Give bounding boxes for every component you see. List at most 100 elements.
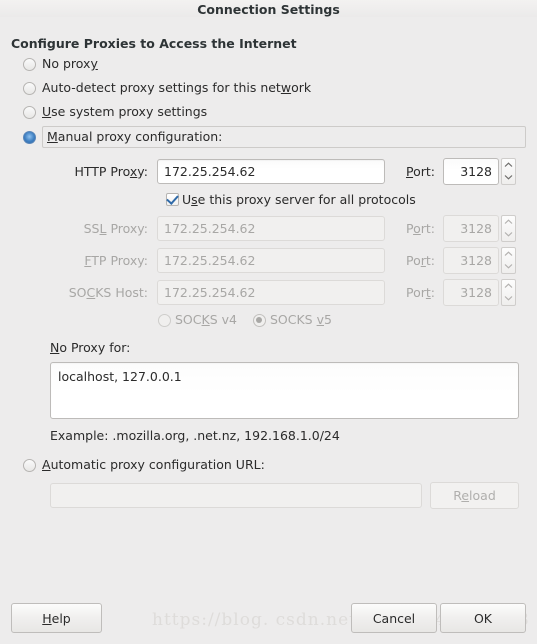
proxy-fields: HTTP Proxy: 172.25.254.62 Port: 3128 Use… [11,155,526,332]
radio-row-socks-v4[interactable]: SOCKS v4 [158,312,237,328]
ok-button[interactable]: OK [440,603,526,633]
label-part: SOC [175,312,202,327]
radio-label-auto-detect: Auto-detect proxy settings for this netw… [42,80,311,96]
label-part: SOCKS [269,312,317,327]
label-part: S v4 [209,312,237,327]
textarea-no-proxy-for[interactable]: localhost, 127.0.0.1 [50,362,519,419]
label-part: KS Host: [95,284,148,300]
label-mnemonic: y [90,56,98,71]
radio-use-system-icon[interactable] [23,105,36,119]
checkbox-label-all-protocols: Use this proxy server for all protocols [182,192,416,208]
spinner-ftp-port[interactable]: 3128 [443,246,516,274]
input-http-port-value: 3128 [460,163,492,179]
label-part: Po [405,252,421,268]
radio-row-auto-detect[interactable]: Auto-detect proxy settings for this netw… [11,76,526,100]
spinner-buttons[interactable] [501,246,516,274]
spinner-down-icon[interactable] [502,171,515,184]
input-ssl-proxy[interactable]: 172.25.254.62 [157,215,385,241]
label-part: se system proxy settings [51,104,208,119]
dialog-title: Connection Settings [197,2,340,17]
input-socks-port-value: 3128 [460,284,492,300]
label-socks-port: Port: [385,285,443,300]
reload-button-label: Reload [453,488,496,503]
reload-button[interactable]: Reload [430,482,519,509]
checkbox-row-all-protocols[interactable]: Use this proxy server for all protocols [11,187,526,212]
input-http-port[interactable]: 3128 [443,157,499,185]
radio-row-use-system[interactable]: Use system proxy settings [11,100,526,124]
spinner-socks-port[interactable]: 3128 [443,278,516,306]
radio-row-pac-url[interactable]: Automatic proxy configuration URL: [11,453,526,477]
label-mnemonic: w [280,80,292,95]
label-part: elp [51,610,71,626]
spinner-up-icon[interactable] [502,248,515,261]
radio-label-manual: Manual proxy configuration: [47,129,222,145]
spinner-http-port[interactable]: 3128 [443,157,516,185]
label-socks-host: SOCKS Host: [11,285,157,300]
input-http-proxy[interactable]: 172.25.254.62 [157,158,385,184]
spinner-buttons[interactable] [501,157,516,185]
checkbox-all-protocols-icon[interactable] [166,193,179,206]
label-part: y: [137,163,148,179]
radio-row-manual[interactable]: Manual proxy configuration: [11,124,526,150]
label-part: TP Proxy: [91,252,148,268]
input-ssl-port-value: 3128 [460,220,492,236]
label-part: o Proxy for: [59,340,131,355]
radio-pac-url-icon[interactable] [23,458,36,472]
label-part: load [469,488,496,503]
spinner-up-icon[interactable] [502,280,515,293]
radio-auto-detect-icon[interactable] [23,81,36,95]
radio-row-socks-v5[interactable]: SOCKS v5 [252,312,332,328]
label-part: HTTP Pro [74,163,130,179]
spinner-up-icon[interactable] [502,216,515,229]
label-mnemonic: U [42,104,52,119]
label-part: SO [68,284,87,300]
pac-url-input-row: Reload [11,482,526,509]
help-button-label: Help [42,611,71,626]
radio-manual-icon[interactable] [23,130,36,144]
spinner-down-icon[interactable] [502,228,515,241]
input-ftp-proxy-value: 172.25.254.62 [164,252,256,268]
label-ftp-proxy: FTP Proxy: [11,253,157,268]
label-part: : [430,284,435,300]
radio-no-proxy-icon[interactable] [23,57,36,71]
radio-socks-v5-icon[interactable] [252,313,266,327]
label-part: SS [83,220,100,236]
input-ftp-proxy[interactable]: 172.25.254.62 [157,247,385,273]
radio-label-pac-url: Automatic proxy configuration URL: [42,457,265,473]
input-pac-url[interactable] [50,483,422,508]
field-row-ssl-proxy: SSL Proxy: 172.25.254.62 Port: 3128 [11,212,526,244]
radio-label-no-proxy: No proxy [42,56,98,72]
label-mnemonic: K [201,312,210,327]
cancel-button[interactable]: Cancel [351,603,437,633]
radio-label-socks-v4: SOCKS v4 [175,312,237,328]
field-row-ftp-proxy: FTP Proxy: 172.25.254.62 Port: 3128 [11,244,526,276]
spinner-ssl-port[interactable]: 3128 [443,214,516,242]
label-mnemonic: v [316,312,324,327]
input-ftp-port[interactable]: 3128 [443,246,499,274]
input-ftp-port-value: 3128 [460,252,492,268]
manual-focus-frame: Manual proxy configuration: [42,126,526,148]
input-socks-port[interactable]: 3128 [443,278,499,306]
label-part: Por [405,284,426,300]
dialog-footer: Help Cancel OK [11,603,526,633]
label-part: Proxy: [106,220,148,236]
spinner-buttons[interactable] [501,214,516,242]
label-no-proxy-example: Example: .mozilla.org, .net.nz, 192.168.… [50,428,340,443]
section-heading: Configure Proxies to Access the Internet [11,36,297,51]
input-socks-host[interactable]: 172.25.254.62 [157,279,385,305]
label-mnemonic: N [50,340,60,355]
input-ssl-port[interactable]: 3128 [443,214,499,242]
radio-socks-v4-icon[interactable] [158,313,171,327]
spinner-down-icon[interactable] [502,292,515,305]
help-button[interactable]: Help [11,603,102,633]
label-http-port: Port: [385,164,443,179]
spinner-up-icon[interactable] [502,159,515,172]
spinner-buttons[interactable] [501,278,516,306]
label-part: t: [425,252,435,268]
input-ssl-proxy-value: 172.25.254.62 [164,220,256,236]
spinner-down-icon[interactable] [502,260,515,273]
radio-row-no-proxy[interactable]: No proxy [11,52,526,76]
label-mnemonic: M [47,129,58,144]
label-part: No prox [42,56,91,71]
label-part: anual proxy configuration: [57,129,223,144]
